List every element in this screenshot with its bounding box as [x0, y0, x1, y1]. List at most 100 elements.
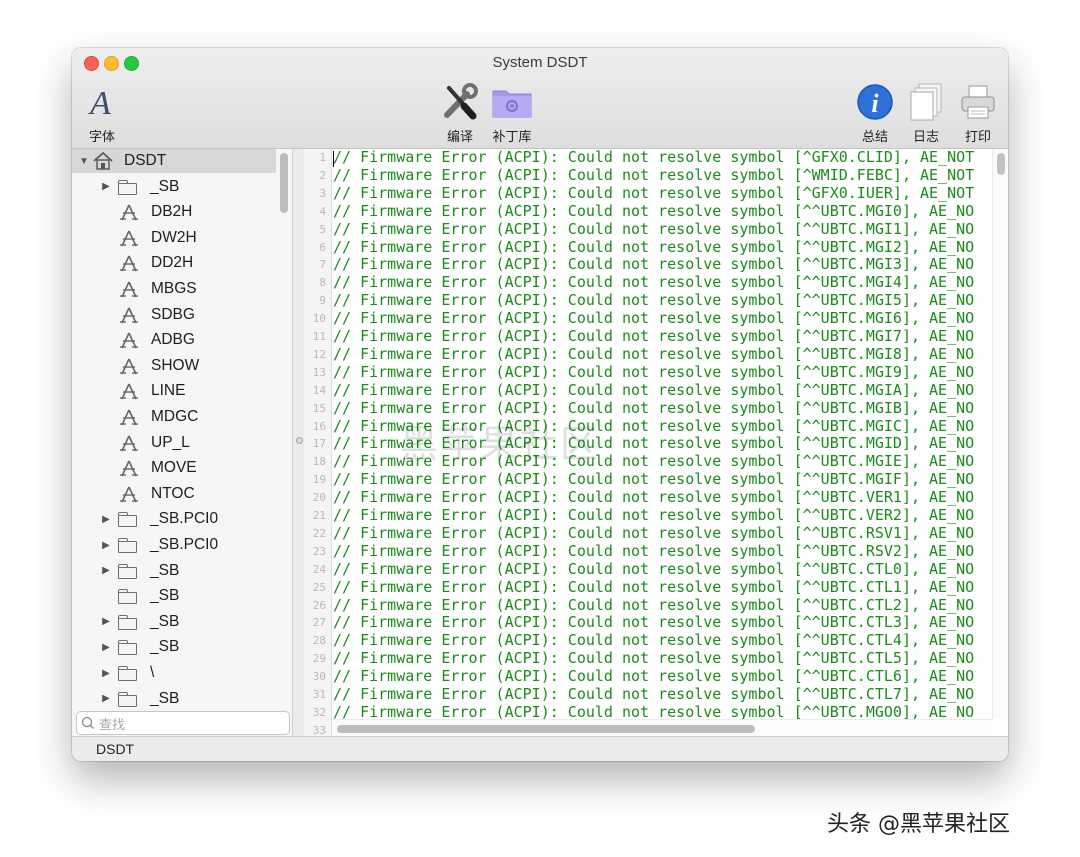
tree-item-method[interactable]: LINE: [72, 379, 185, 403]
tree-item-label: DB2H: [151, 203, 193, 221]
line-number: 15: [312, 401, 326, 415]
sidebar-scrollbar[interactable]: [277, 149, 291, 709]
tree-item-method[interactable]: UP_L: [72, 431, 190, 455]
tree-item-method[interactable]: SHOW: [72, 354, 199, 378]
tree-item-folder[interactable]: ▶ _SB: [72, 687, 179, 709]
disclosure-collapsed-icon[interactable]: ▶: [100, 565, 112, 576]
tree-item-method[interactable]: DB2H: [72, 200, 192, 224]
method-icon: [120, 384, 138, 400]
code-line: // Firmware Error (ACPI): Could not reso…: [333, 559, 975, 578]
tree-item-method[interactable]: DD2H: [72, 251, 193, 275]
method-icon: [120, 332, 138, 349]
disclosure-collapsed-icon[interactable]: ▶: [100, 514, 112, 525]
outline-sidebar: ▼ DSDT ▶ _SB DB2H DW2H DD2H MBGS SDBG ADBG SHOW L…: [72, 149, 293, 736]
search-placeholder: 查找: [99, 717, 126, 733]
tree-item-method[interactable]: MOVE: [72, 456, 197, 480]
code-line: // Firmware Error (ACPI): Could not reso…: [333, 362, 975, 381]
disclosure-collapsed-icon[interactable]: ▶: [100, 668, 112, 679]
tree-item-method[interactable]: NTOC: [72, 482, 195, 506]
line-number: 25: [312, 580, 326, 594]
disclosure-collapsed-icon[interactable]: ▶: [100, 693, 112, 704]
patch-tool-button[interactable]: 补丁库: [484, 80, 540, 145]
code-line: // Firmware Error (ACPI): Could not reso…: [333, 273, 975, 292]
line-number: 18: [312, 455, 326, 469]
folder-icon: [118, 589, 137, 605]
editor-horizontal-scrollbar[interactable]: [333, 719, 992, 736]
title-toolbar: System DSDT A 字体 编译 补丁库 i 总结 日志 打印: [72, 48, 1008, 149]
disclosure-collapsed-icon[interactable]: ▶: [100, 540, 112, 551]
tree-item-folder[interactable]: _SB: [72, 584, 179, 608]
line-number: 23: [312, 544, 326, 558]
tree-item-label: DW2H: [151, 228, 197, 246]
line-number: 1: [319, 151, 326, 164]
tree-item-method[interactable]: DW2H: [72, 226, 197, 250]
tree-root-dsdt[interactable]: ▼ DSDT: [72, 149, 276, 173]
summary-tool-button[interactable]: i 总结: [847, 80, 903, 145]
folder-icon: [118, 538, 137, 553]
method-icon: [120, 486, 138, 503]
svg-text:A: A: [88, 85, 111, 119]
line-number: 24: [312, 562, 326, 576]
editor-vertical-scrollbar[interactable]: [992, 149, 1008, 719]
compile-tool-label: 编译: [446, 130, 473, 145]
line-number: 6: [319, 240, 326, 254]
editor-horizontal-scroll-thumb[interactable]: [337, 725, 755, 733]
log-tool-button[interactable]: 日志: [898, 80, 954, 145]
method-icon: [120, 256, 138, 272]
tree-item-label: _SB.PCI0: [150, 536, 219, 553]
sidebar-scroll-thumb[interactable]: [280, 153, 288, 213]
line-number: 10: [312, 312, 326, 326]
folder-icon: [118, 614, 137, 630]
divider-handle[interactable]: [296, 437, 303, 444]
tree-item-label: SDBG: [151, 305, 195, 323]
line-number: 3: [319, 186, 326, 200]
tree-item-method[interactable]: MDGC: [72, 405, 198, 429]
tree-item-label: MBGS: [151, 280, 197, 297]
tree-item-folder[interactable]: ▶ _SB.PCI0: [72, 533, 218, 557]
code-line: // Firmware Error (ACPI): Could not reso…: [333, 165, 975, 184]
tree-item-label: \: [150, 664, 155, 681]
tree-item-folder[interactable]: ▶ _SB: [72, 559, 179, 583]
line-number: 4: [319, 204, 326, 218]
tree-item-label: _SB.PCI0: [150, 510, 219, 528]
tree-item-folder[interactable]: ▶ _SB.PCI0: [72, 507, 218, 531]
disclosure-collapsed-icon[interactable]: ▶: [100, 181, 112, 192]
method-icon: [120, 307, 138, 323]
print-tool-button[interactable]: 打印: [950, 80, 1006, 145]
font-tool-label: 字体: [88, 130, 115, 145]
tree-item-folder[interactable]: ▶ _SB: [72, 175, 179, 199]
tree-item-method[interactable]: MBGS: [72, 277, 197, 301]
line-number: 11: [312, 330, 326, 343]
sidebar-search-field[interactable]: 查找: [76, 711, 290, 735]
editor-vertical-scroll-thumb[interactable]: [997, 153, 1005, 175]
method-icon: [120, 204, 138, 221]
line-number: 14: [312, 383, 326, 397]
code-line: // Firmware Error (ACPI): Could not reso…: [333, 183, 975, 202]
compile-tool-button[interactable]: 编译: [432, 80, 488, 145]
line-number: 12: [312, 347, 326, 361]
split-view-divider[interactable]: [293, 149, 304, 736]
tree-item-method[interactable]: SDBG: [72, 303, 195, 327]
log-tool-label: 日志: [912, 130, 939, 145]
tree-item-method[interactable]: ADBG: [72, 328, 195, 352]
tree-item-label: _SB: [150, 587, 180, 605]
tree-item-label: _SB: [150, 689, 180, 707]
disclosure-collapsed-icon[interactable]: ▶: [100, 616, 112, 627]
line-number: 29: [312, 652, 326, 666]
house-icon: [93, 151, 113, 170]
line-number: 26: [312, 598, 326, 612]
font-a-icon: A: [74, 80, 130, 124]
line-number: 9: [319, 294, 326, 308]
tree-item-folder[interactable]: ▶ _SB: [72, 610, 179, 634]
line-number: 13: [312, 365, 326, 379]
tree-item-folder[interactable]: ▶ _SB: [72, 635, 179, 659]
tree-item-label: MOVE: [151, 459, 197, 477]
disclosure-expanded-icon[interactable]: ▼: [78, 156, 90, 167]
tree-item-folder[interactable]: ▶ \: [72, 661, 154, 685]
code-line: // Firmware Error (ACPI): Could not reso…: [333, 613, 975, 632]
tree-item-label: NTOC: [151, 484, 195, 502]
printer-icon: [950, 80, 1006, 124]
font-tool-button[interactable]: A 字体: [74, 80, 130, 145]
disclosure-collapsed-icon[interactable]: ▶: [100, 642, 112, 653]
documents-icon: [898, 80, 954, 124]
